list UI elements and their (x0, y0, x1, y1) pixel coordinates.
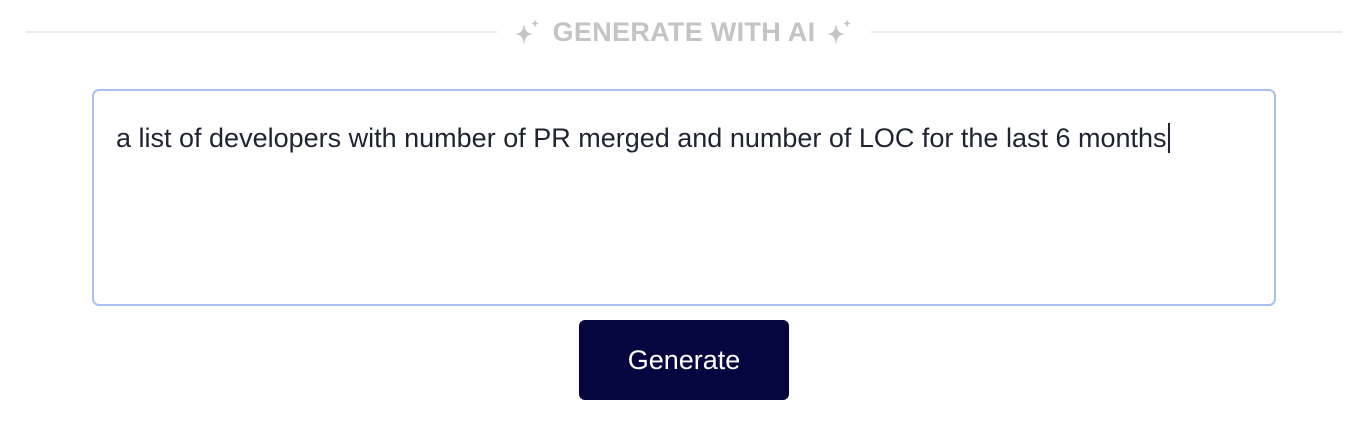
generate-button[interactable]: Generate (579, 320, 789, 400)
section-divider: GENERATE WITH AI (26, 14, 1343, 50)
sparkle-icon (825, 17, 855, 47)
prompt-textarea[interactable]: a list of developers with number of PR m… (92, 89, 1276, 306)
section-header: GENERATE WITH AI (497, 17, 872, 48)
sparkle-icon (513, 17, 543, 47)
text-caret (1167, 123, 1170, 153)
section-title: GENERATE WITH AI (552, 16, 816, 47)
divider-line-left (26, 31, 497, 33)
prompt-text: a list of developers with number of PR m… (116, 123, 1167, 153)
generate-with-ai-panel: GENERATE WITH AI a list of developers wi… (0, 0, 1370, 436)
divider-line-right (871, 31, 1343, 33)
